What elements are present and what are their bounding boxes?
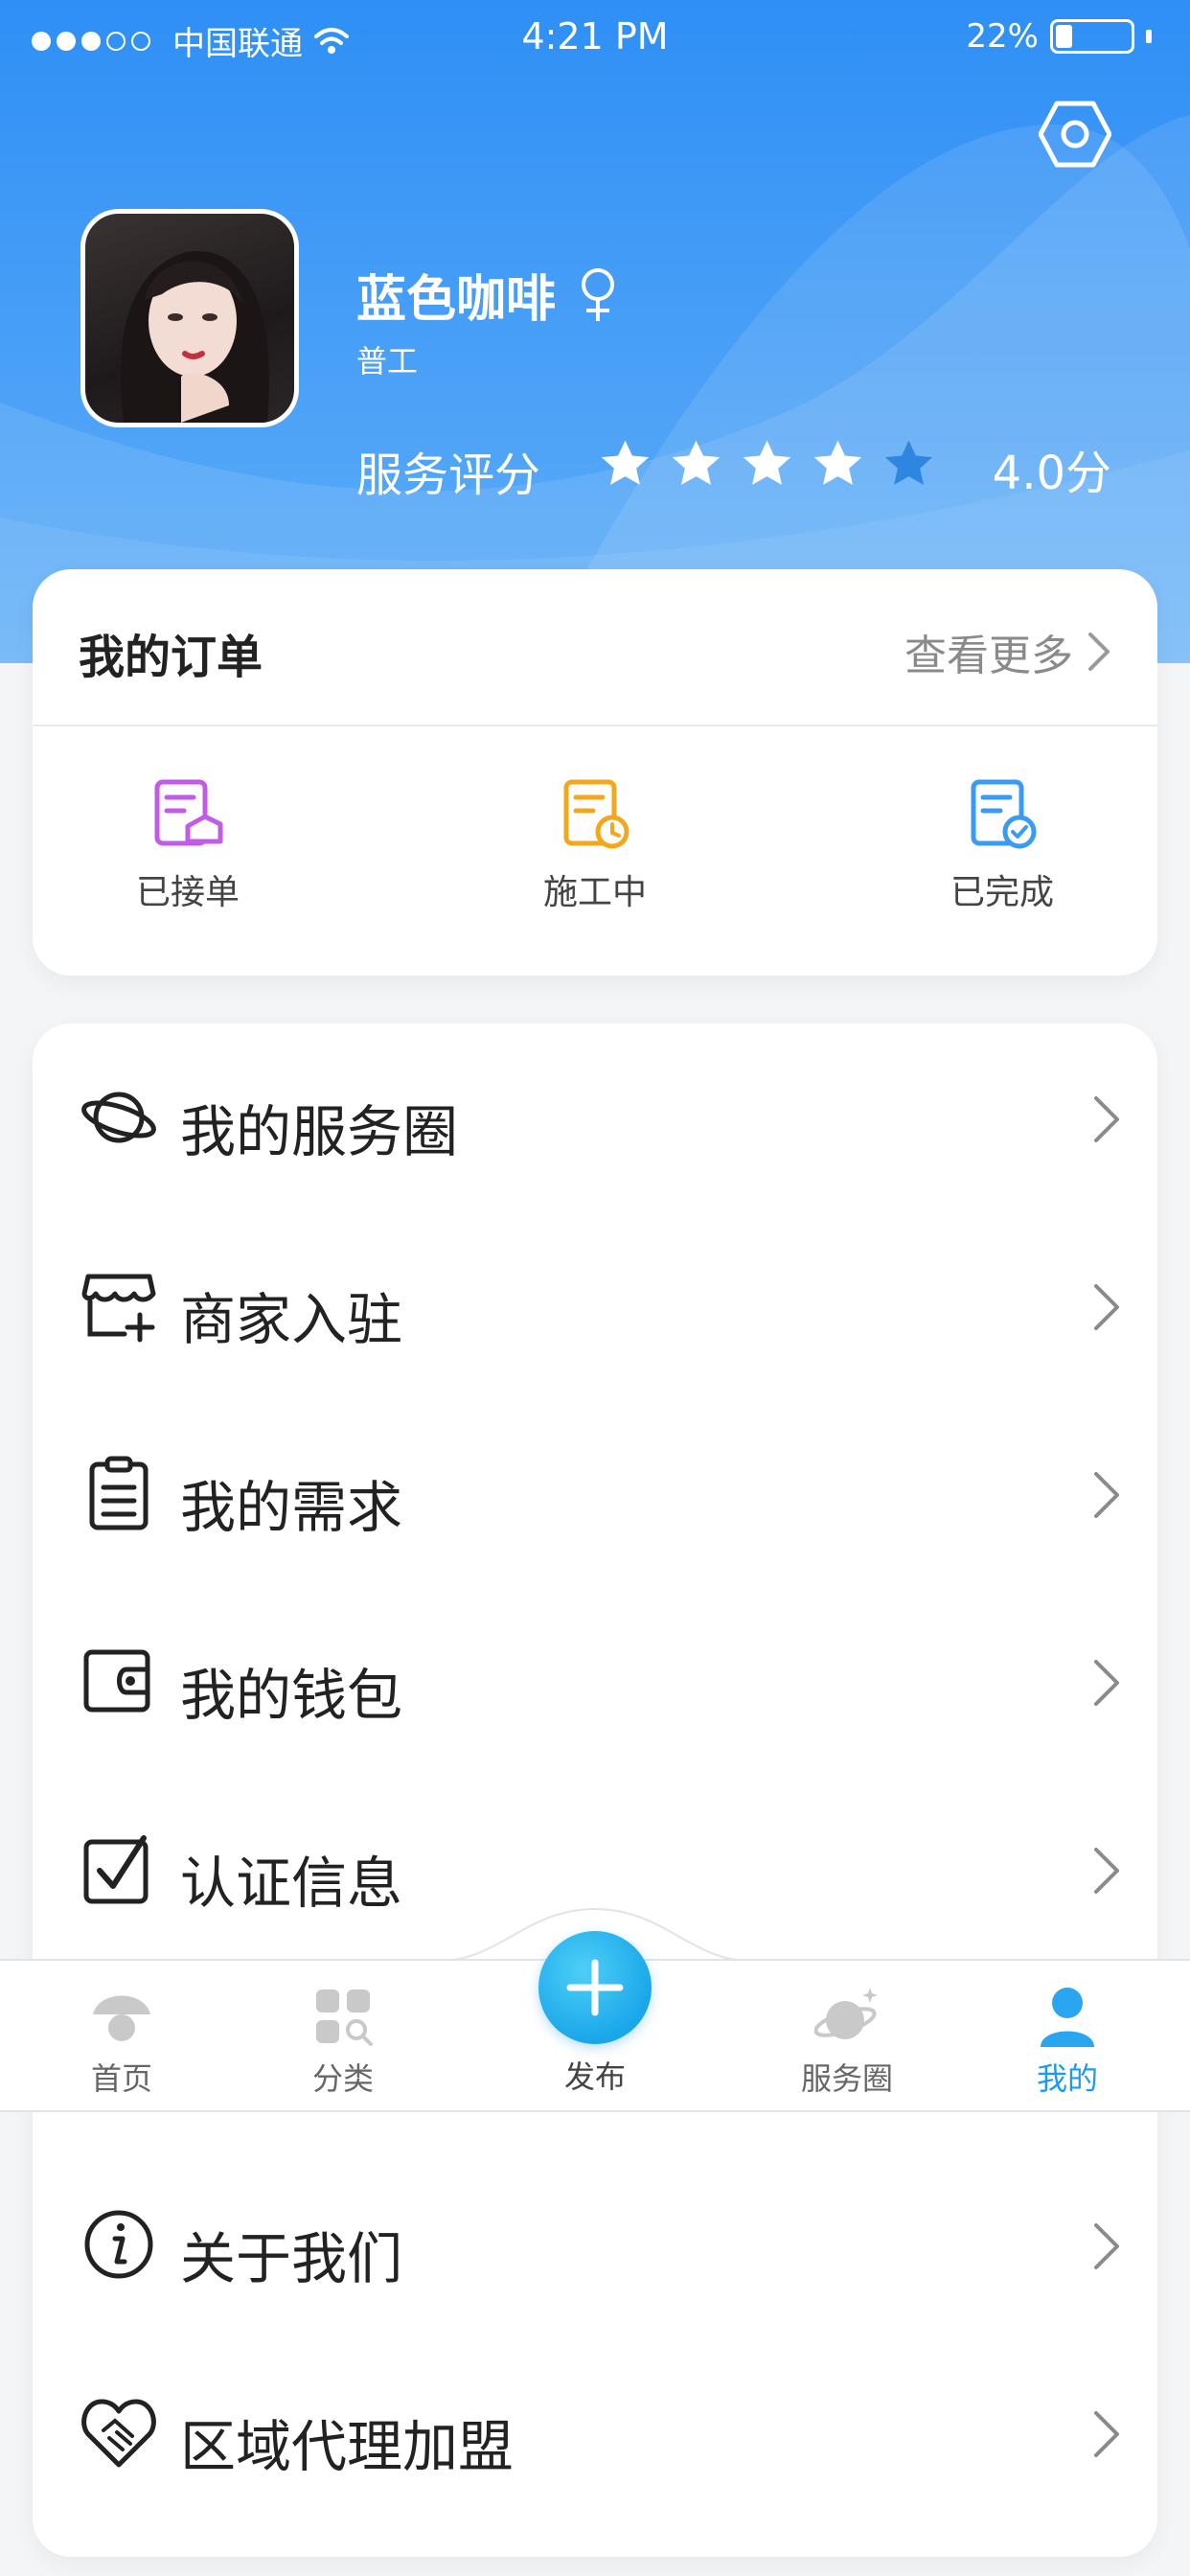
tab-category-label: 分类 (311, 2060, 374, 2097)
order-completed-icon (971, 779, 1037, 849)
chevron-right-icon (1094, 2223, 1119, 2269)
info-icon (84, 2210, 153, 2279)
orders-title: 我的订单 (79, 631, 263, 684)
planet-icon (81, 1092, 156, 1143)
checkbox-icon (83, 1835, 149, 1904)
order-accepted-label: 已接单 (135, 873, 240, 912)
menu-item-label: 认证信息 (180, 1851, 403, 1916)
store-add-icon (81, 1274, 156, 1343)
rating-stars (598, 437, 936, 492)
clipboard-icon (89, 1456, 149, 1530)
user-role: 普工 (356, 343, 419, 380)
battery-icon (1050, 19, 1134, 54)
avatar-image (120, 251, 269, 423)
rating-label: 服务评分 (356, 448, 541, 502)
tab-mine-label: 我的 (1036, 2060, 1098, 2097)
menu-item-my-requests[interactable]: 我的需求 (33, 1399, 1157, 1587)
chevron-right-icon (1094, 1660, 1119, 1706)
tab-service-circle[interactable]: 服务圈 (770, 1984, 924, 2099)
user-name: 蓝色咖啡 (356, 271, 557, 329)
menu-item-wallet[interactable]: 我的钱包 (33, 1587, 1157, 1775)
planet-icon (814, 1988, 878, 2039)
chevron-right-icon (1088, 632, 1110, 671)
orders-more-label: 查看更多 (904, 632, 1073, 680)
battery-percent: 22% (966, 17, 1039, 56)
star-filled-icon (813, 440, 862, 485)
menu-item-merchant[interactable]: 商家入驻 (33, 1211, 1157, 1399)
tab-mine[interactable]: 我的 (991, 1984, 1144, 2099)
chevron-right-icon (1094, 2411, 1119, 2457)
orders-more-link[interactable]: 查看更多 (904, 621, 1111, 682)
handshake-heart-icon (81, 2399, 156, 2468)
settings-icon[interactable] (1039, 100, 1111, 169)
user-name-row: 蓝色咖啡 (356, 259, 619, 331)
menu-item-label: 区域代理加盟 (180, 2414, 515, 2479)
chevron-right-icon (1094, 1472, 1119, 1518)
tab-home[interactable]: 首页 (45, 1984, 198, 2099)
star-filled-icon (743, 440, 791, 485)
order-in-progress-icon (563, 779, 629, 849)
avatar[interactable] (80, 209, 299, 427)
orders-header: 我的订单 查看更多 (33, 569, 1157, 726)
order-in-progress-label: 施工中 (542, 873, 647, 912)
chevron-right-icon (1094, 1848, 1119, 1894)
tab-category[interactable]: 分类 (266, 1984, 420, 2099)
order-status-completed[interactable]: 已完成 (926, 778, 1079, 914)
menu-item-regional-agent[interactable]: 区域代理加盟 (33, 2338, 1157, 2526)
publish-button[interactable] (538, 1931, 652, 2044)
orders-card: 我的订单 查看更多 已接单 施工中 已完成 (33, 569, 1157, 976)
menu-item-service-circle[interactable]: 我的服务圈 (33, 1024, 1157, 1211)
order-status-accepted[interactable]: 已接单 (111, 778, 264, 914)
rating-value: 4.0分 (992, 447, 1111, 500)
menu-item-label: 关于我们 (180, 2226, 403, 2291)
menu-item-label: 商家入驻 (180, 1287, 403, 1352)
status-bar: 中国联通 4:21 PM 22% (0, 0, 1190, 77)
user-icon (1041, 1988, 1094, 2047)
menu-item-label: 我的需求 (180, 1475, 403, 1540)
menu-item-about[interactable]: 关于我们 (33, 2150, 1157, 2338)
plus-icon (566, 1959, 624, 2016)
order-accepted-icon (154, 779, 223, 846)
wallet-icon (83, 1649, 150, 1713)
home-icon (93, 1995, 150, 2041)
tab-home-label: 首页 (90, 2060, 152, 2097)
star-filled-icon (672, 440, 721, 485)
profile-header: 中国联通 4:21 PM 22% 蓝色咖啡 普工 服务评分 4.0分 (0, 0, 1190, 663)
chevron-right-icon (1094, 1096, 1119, 1142)
female-icon (582, 267, 615, 321)
star-filled-icon (601, 440, 650, 485)
chevron-right-icon (1094, 1284, 1119, 1330)
star-empty-icon (884, 440, 933, 485)
tab-publish-label: 发布 (563, 2058, 626, 2095)
menu-card: 我的服务圈 商家入驻 我的需求 我的钱包 认证信息 关于我们 区域代理加盟 (33, 1024, 1157, 2557)
battery-tip (1146, 30, 1152, 43)
menu-item-label: 我的服务圈 (180, 1099, 459, 1164)
menu-item-label: 我的钱包 (180, 1663, 403, 1728)
order-status-in-progress[interactable]: 施工中 (518, 778, 672, 914)
tab-service-circle-label: 服务圈 (800, 2060, 893, 2097)
category-icon (316, 1990, 373, 2046)
order-completed-label: 已完成 (950, 873, 1054, 912)
